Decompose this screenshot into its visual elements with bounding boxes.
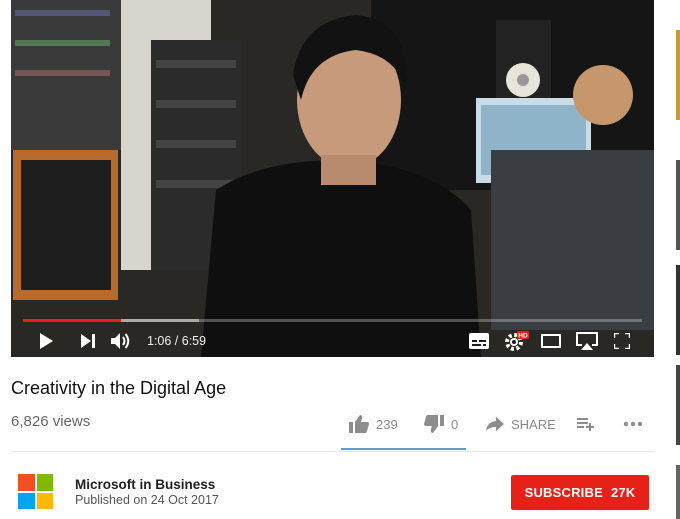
progress-bar[interactable] <box>23 319 642 322</box>
video-frame <box>11 0 654 357</box>
subscriber-count: 27K <box>610 485 636 500</box>
playlist-add-icon <box>577 418 594 431</box>
logo-square-blue <box>18 492 35 509</box>
like-button[interactable]: 239 <box>349 413 398 435</box>
volume-icon[interactable] <box>109 325 135 357</box>
next-icon[interactable] <box>75 325 101 357</box>
video-title: Creativity in the Digital Age <box>11 378 227 398</box>
more-icon <box>623 421 643 427</box>
like-ratio-bar <box>341 448 466 450</box>
related-thumbnail[interactable] <box>676 365 680 445</box>
fullscreen-icon[interactable] <box>609 325 635 357</box>
hd-badge: HD <box>518 333 528 340</box>
channel-avatar[interactable] <box>18 474 53 509</box>
settings-hd-icon[interactable]: HD <box>503 325 531 357</box>
related-thumbnail[interactable] <box>676 30 680 120</box>
like-count: 239 <box>376 416 398 432</box>
subtitles-icon[interactable] <box>466 325 492 357</box>
play-icon[interactable] <box>33 325 59 357</box>
related-thumbnail[interactable] <box>676 465 680 519</box>
dislike-button[interactable]: 0 <box>424 413 458 435</box>
add-to-playlist-button[interactable] <box>577 413 595 435</box>
share-arrow-icon <box>486 417 504 431</box>
player-controls: 1:06 / 6:59 HD <box>11 325 654 357</box>
time-display: 1:06 / 6:59 <box>147 334 207 348</box>
video-player[interactable]: 1:06 / 6:59 HD <box>11 0 654 357</box>
thumbs-down-icon <box>424 415 444 433</box>
progress-fill <box>23 319 121 322</box>
more-actions-button[interactable] <box>623 413 643 435</box>
publish-date: Published on 24 Oct 2017 <box>75 493 219 507</box>
subscribe-button[interactable]: SUBSCRIBE 27K <box>511 475 649 510</box>
dislike-count: 0 <box>451 416 459 432</box>
theater-mode-icon[interactable] <box>538 325 564 357</box>
logo-square-green <box>36 474 53 491</box>
airplay-icon[interactable] <box>574 325 600 357</box>
divider <box>11 451 654 452</box>
thumbs-up-icon <box>349 415 369 433</box>
subscribe-label: SUBSCRIBE <box>524 485 603 500</box>
related-thumbnail[interactable] <box>676 265 680 355</box>
share-label: SHARE <box>511 416 556 432</box>
logo-square-red <box>18 474 35 491</box>
related-thumbnail[interactable] <box>676 160 680 250</box>
view-count: 6,826 views <box>11 413 91 430</box>
channel-name[interactable]: Microsoft in Business <box>75 477 215 492</box>
logo-square-yellow <box>36 492 53 509</box>
share-button[interactable]: SHARE <box>486 413 556 435</box>
